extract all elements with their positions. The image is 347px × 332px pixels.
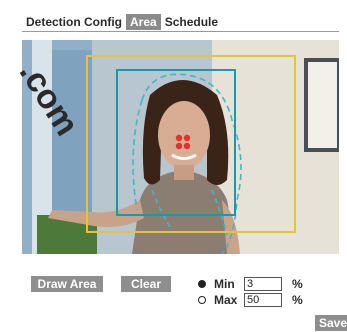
face-marker [183, 142, 191, 150]
tab-bar: Detection Config Area Schedule [22, 14, 222, 30]
face-marker [183, 134, 191, 142]
clear-button[interactable]: Clear [121, 276, 171, 292]
max-radio[interactable] [198, 296, 206, 304]
tab-detection-config[interactable]: Detection Config [22, 14, 126, 30]
max-size-row: Max [198, 293, 282, 307]
tab-area[interactable]: Area [126, 14, 161, 30]
camera-frame [22, 40, 339, 254]
max-size-input[interactable] [244, 293, 282, 307]
min-size-row: Min [198, 277, 282, 291]
min-radio[interactable] [198, 280, 206, 288]
max-label: Max [214, 293, 238, 307]
face-marker [175, 134, 183, 142]
min-unit: % [292, 277, 303, 291]
save-button[interactable]: Save [315, 315, 347, 331]
tab-schedule[interactable]: Schedule [161, 14, 222, 30]
person-neck [174, 165, 194, 180]
video-preview[interactable] [22, 40, 339, 254]
min-label: Min [214, 277, 235, 291]
max-unit: % [292, 293, 303, 307]
wall-frame [304, 58, 339, 152]
face-marker [175, 142, 183, 150]
min-size-input[interactable] [244, 277, 282, 291]
tab-divider [22, 31, 339, 32]
draw-area-button[interactable]: Draw Area [31, 276, 103, 292]
